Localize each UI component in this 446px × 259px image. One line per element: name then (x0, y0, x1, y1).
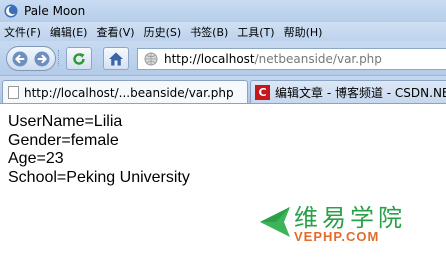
url-path: /netbeanside/var.php (254, 52, 382, 66)
tab-label: http://localhost/...beanside/var.php (24, 85, 234, 100)
title-bar: Pale Moon (0, 0, 446, 22)
watermark-subtitle: VEPHP.COM (294, 229, 380, 244)
content-line-school: School=Peking University (8, 168, 190, 186)
home-button[interactable] (103, 47, 129, 70)
watermark: 维易学院 VEPHP.COM (254, 198, 446, 248)
blank-page-icon (8, 86, 19, 99)
csdn-icon: C (255, 85, 270, 100)
address-bar[interactable]: http://localhost/netbeanside/var.php (137, 48, 446, 70)
watermark-title: 维易学院 (294, 204, 406, 232)
menu-edit[interactable]: 编辑(E) (50, 24, 88, 40)
menu-view[interactable]: 查看(V) (96, 24, 134, 40)
back-forward-group (6, 46, 56, 71)
watermark-logo-icon (260, 207, 290, 237)
tab-strip: http://localhost/...beanside/var.php C 编… (0, 76, 446, 104)
page-content: UserName=Lilia Gender=female Age=23 Scho… (8, 113, 190, 187)
forward-button[interactable] (32, 49, 52, 68)
home-icon (109, 52, 123, 65)
url-host: http://localhost (164, 52, 255, 66)
toolbar-separator (58, 50, 63, 66)
back-button[interactable] (10, 49, 30, 68)
reload-icon (73, 52, 85, 65)
content-line-age: Age=23 (8, 150, 64, 167)
menu-bar: 文件(F) 编辑(E) 查看(V) 历史(S) 书签(B) 工具(T) 帮助(H… (0, 22, 446, 41)
reload-button[interactable] (66, 47, 92, 70)
menu-tools[interactable]: 工具(T) (237, 24, 274, 40)
navigation-toolbar: http://localhost/netbeanside/var.php (0, 41, 446, 76)
content-line-gender: Gender=female (8, 131, 119, 149)
menu-file[interactable]: 文件(F) (4, 24, 41, 40)
back-arrow-icon (12, 51, 28, 66)
content-line-username: UserName=Lilia (8, 113, 123, 130)
tab-var-php[interactable]: http://localhost/...beanside/var.php (2, 80, 248, 103)
forward-arrow-icon (34, 51, 50, 66)
menu-history[interactable]: 历史(S) (144, 24, 182, 40)
globe-icon (144, 52, 158, 66)
tab-csdn[interactable]: C 编辑文章 - 博客频道 - CSDN.NE (250, 80, 446, 103)
pale-moon-icon (4, 4, 18, 18)
menu-bookmarks[interactable]: 书签(B) (190, 24, 228, 40)
menu-help[interactable]: 帮助(H) (284, 24, 323, 40)
tab-label: 编辑文章 - 博客频道 - CSDN.NE (275, 86, 446, 100)
window-title: Pale Moon (24, 4, 86, 18)
url-text: http://localhost/netbeanside/var.php (164, 52, 382, 66)
